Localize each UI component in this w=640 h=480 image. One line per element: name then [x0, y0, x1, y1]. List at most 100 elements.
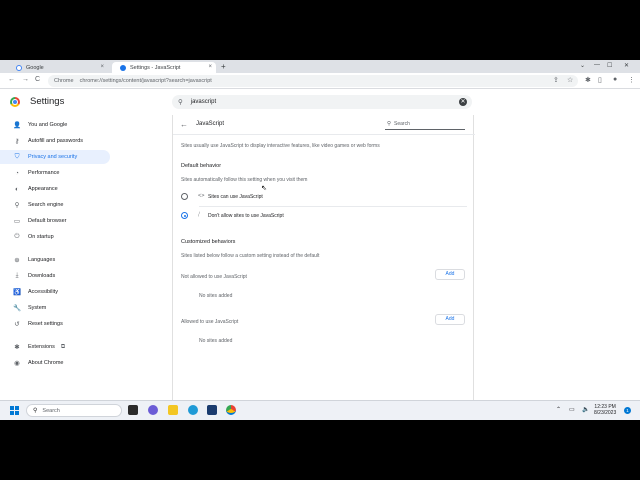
not-allowed-empty: No sites added: [199, 293, 233, 299]
search-icon: ⚲: [14, 202, 20, 209]
sidebar-item-default-browser[interactable]: ▭ Default browser: [0, 214, 110, 228]
sidebar-item-extensions[interactable]: ✱ Extensions ⧉: [0, 340, 110, 354]
google-favicon-icon: [16, 64, 22, 71]
chat-icon[interactable]: [148, 405, 158, 415]
task-view-icon[interactable]: [128, 405, 138, 415]
new-tab-button[interactable]: +: [221, 62, 226, 71]
chevron-up-icon[interactable]: ⌃: [556, 406, 561, 413]
profile-icon[interactable]: ●: [613, 76, 617, 83]
puzzle-icon: ✱: [14, 344, 20, 351]
search-icon: ⚲: [178, 99, 183, 106]
share-icon[interactable]: ⇪: [553, 76, 559, 84]
sidebar: 👤 You and Google ⚷ Autofill and passwords …: [0, 116, 112, 376]
reload-button[interactable]: C: [35, 76, 40, 83]
chrome-taskbar-icon[interactable]: [226, 405, 236, 415]
power-icon: ⏻: [14, 233, 20, 240]
clear-search-button[interactable]: ✕: [459, 98, 467, 106]
sidebar-item-languages[interactable]: ⊕ Languages: [0, 253, 110, 267]
maximize-button[interactable]: ☐: [607, 62, 612, 69]
sidebar-item-on-startup[interactable]: ⏻ On startup: [0, 230, 110, 244]
radio-block-javascript[interactable]: [181, 212, 188, 219]
sidebar-item-label: On startup: [28, 234, 54, 240]
forward-button[interactable]: →: [22, 76, 29, 83]
tab-close-icon[interactable]: ×: [208, 64, 212, 70]
allowed-label: Allowed to use JavaScript: [181, 319, 239, 325]
allowed-empty: No sites added: [199, 338, 233, 344]
clock-date: 8/23/2023: [594, 410, 617, 416]
external-link-icon: ⧉: [60, 343, 66, 350]
accessibility-icon: ♿: [12, 289, 22, 296]
site-chip[interactable]: Chrome: [54, 78, 74, 84]
taskbar-search-placeholder: Search: [42, 407, 60, 414]
tab-title: Settings - JavaScript: [130, 64, 181, 71]
download-icon: ⤓: [15, 272, 19, 279]
customized-subtext: Sites listed below follow a custom setti…: [181, 253, 320, 259]
sidebar-item-reset[interactable]: ↺ Reset settings: [0, 317, 110, 331]
browser-icon: ▭: [13, 218, 21, 225]
sidebar-item-label: Languages: [28, 257, 56, 263]
side-panel-icon[interactable]: ▯: [598, 76, 602, 84]
menu-icon[interactable]: ⋮: [628, 76, 635, 84]
minimize-button[interactable]: —: [594, 62, 600, 68]
tab-search-icon[interactable]: ⌄: [580, 62, 585, 69]
file-explorer-icon[interactable]: [168, 405, 178, 415]
taskbar-clock[interactable]: 12:23 PM 8/23/2023: [594, 404, 616, 416]
bookmark-star-icon[interactable]: ☆: [567, 76, 573, 84]
sidebar-item-about-chrome[interactable]: ◉ About Chrome: [0, 356, 110, 370]
sidebar-item-downloads[interactable]: ⤓ Downloads: [0, 269, 110, 283]
volume-icon[interactable]: 🔈: [582, 406, 589, 413]
start-button[interactable]: [10, 406, 19, 415]
sidebar-item-label: Accessibility: [28, 289, 58, 295]
close-window-button[interactable]: ✕: [624, 62, 629, 69]
sidebar-item-label: Appearance: [28, 186, 58, 192]
network-icon[interactable]: ▭: [569, 406, 575, 413]
search-placeholder: Search: [394, 121, 410, 127]
sidebar-item-performance[interactable]: ◔ Performance: [0, 166, 110, 180]
store-icon[interactable]: [207, 405, 217, 415]
sidebar-item-appearance[interactable]: ◐ Appearance: [0, 182, 110, 196]
divider: [199, 206, 467, 207]
radio-allow-javascript[interactable]: [181, 193, 188, 200]
sidebar-item-search-engine[interactable]: ⚲ Search engine: [0, 198, 110, 212]
search-icon: ⚲: [33, 408, 38, 414]
option-allow-label[interactable]: Sites can use JavaScript: [208, 194, 263, 200]
settings-search-input[interactable]: ⚲ javascript ✕: [172, 95, 472, 109]
sidebar-item-label: System: [28, 305, 47, 311]
sidebar-item-system[interactable]: 🔧 System: [0, 301, 110, 315]
sidebar-item-autofill[interactable]: ⚷ Autofill and passwords: [0, 134, 110, 148]
settings-favicon-icon: [120, 64, 126, 71]
search-value: javascript: [190, 99, 217, 105]
url-text: chrome://settings/content/javascript?sea…: [79, 78, 212, 84]
search-icon: ⚲: [387, 121, 392, 127]
sidebar-item-label: Extensions: [28, 344, 55, 350]
default-behavior-subtext: Sites automatically follow this setting …: [181, 177, 308, 183]
sidebar-item-privacy[interactable]: ⛉ Privacy and security: [0, 150, 110, 164]
edge-icon[interactable]: [188, 405, 198, 415]
chrome-icon: ◉: [14, 360, 20, 367]
back-button[interactable]: ←: [8, 76, 15, 83]
sidebar-item-label: Reset settings: [28, 321, 63, 327]
taskbar-search-input[interactable]: ⚲ Search: [26, 404, 122, 417]
code-icon: <>: [198, 193, 205, 199]
subpage-search-input[interactable]: ⚲ Search: [385, 119, 465, 130]
shield-icon: ⛉: [14, 153, 20, 160]
sidebar-item-accessibility[interactable]: ♿ Accessibility: [0, 285, 110, 299]
default-behavior-heading: Default behavior: [181, 163, 222, 169]
extensions-icon[interactable]: ✱: [585, 76, 591, 84]
sidebar-item-label: Downloads: [28, 273, 56, 279]
back-arrow-icon[interactable]: ←: [180, 120, 188, 129]
tab-settings-javascript[interactable]: Settings - JavaScript ×: [112, 62, 216, 73]
javascript-settings-card: ← JavaScript ⚲ Search Sites usually use …: [172, 115, 475, 400]
tab-google[interactable]: Google ×: [8, 62, 108, 73]
add-allowed-button[interactable]: Add: [435, 314, 465, 325]
customized-behaviors-heading: Customized behaviors: [181, 239, 236, 245]
sidebar-item-label: Performance: [28, 170, 60, 176]
notification-badge[interactable]: 1: [624, 407, 631, 414]
intro-text: Sites usually use JavaScript to display …: [181, 143, 380, 149]
speedometer-icon: ◔: [15, 169, 19, 177]
option-block-label[interactable]: Don't allow sites to use JavaScript: [208, 213, 284, 219]
address-bar[interactable]: Chrome chrome://settings/content/javascr…: [48, 75, 578, 87]
tab-close-icon[interactable]: ×: [100, 64, 104, 70]
sidebar-item-you-and-google[interactable]: 👤 You and Google: [0, 118, 110, 132]
add-not-allowed-button[interactable]: Add: [435, 269, 465, 280]
